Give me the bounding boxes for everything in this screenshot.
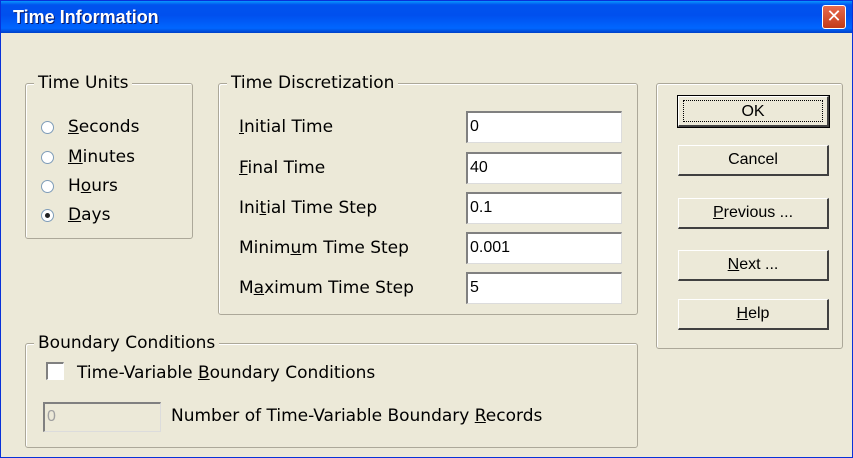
radio-label-days: Days xyxy=(68,205,111,225)
final-time-label: Final Time xyxy=(239,158,326,178)
radio-button-checked[interactable] xyxy=(41,208,54,222)
radio-button[interactable] xyxy=(41,120,54,134)
cancel-button[interactable]: Cancel xyxy=(678,145,829,176)
window-title: Time Information xyxy=(13,7,159,27)
radio-days[interactable]: Days xyxy=(41,204,110,226)
previous-button[interactable]: Previous ... xyxy=(678,198,829,229)
maximum-time-step-label: Maximum Time Step xyxy=(239,278,414,298)
boundary-records-input[interactable]: 0 xyxy=(43,402,161,432)
help-button[interactable]: Help xyxy=(678,299,829,330)
radio-seconds[interactable]: Seconds xyxy=(41,116,139,138)
next-button[interactable]: Next ... xyxy=(678,250,829,281)
radio-button[interactable] xyxy=(41,150,54,164)
time-discretization-legend: Time Discretization xyxy=(227,73,399,93)
radio-hours[interactable]: Hours xyxy=(41,175,118,197)
focus-rect: OK xyxy=(683,100,823,122)
boundary-conditions-legend: Boundary Conditions xyxy=(34,333,220,353)
initial-time-input[interactable]: 0 xyxy=(466,111,622,143)
title-bar[interactable]: Time Information ✕ xyxy=(1,1,852,33)
boundary-conditions-group: Boundary Conditions xyxy=(25,333,638,448)
time-variable-boundary-checkbox[interactable] xyxy=(46,362,64,380)
minimum-time-step-label: Minimum Time Step xyxy=(239,238,409,258)
time-variable-boundary-label[interactable]: Time-Variable Boundary Conditions xyxy=(77,363,375,383)
radio-label-seconds: Seconds xyxy=(68,117,140,137)
initial-time-step-label: Initial Time Step xyxy=(239,198,378,218)
initial-time-step-input[interactable]: 0.1 xyxy=(466,192,622,224)
boundary-records-label: Number of Time-Variable Boundary Records xyxy=(171,406,543,426)
minimum-time-step-input[interactable]: 0.001 xyxy=(466,232,622,264)
final-time-input[interactable]: 40 xyxy=(466,152,622,184)
close-button[interactable]: ✕ xyxy=(822,5,846,29)
radio-minutes[interactable]: Minutes xyxy=(41,146,135,168)
initial-time-label: Initial Time xyxy=(239,117,334,137)
dialog-window: Time Information ✕ Time Units Seconds Mi… xyxy=(0,0,853,458)
radio-label-hours: Hours xyxy=(68,176,118,196)
radio-label-minutes: Minutes xyxy=(68,147,135,167)
close-icon: ✕ xyxy=(826,6,842,27)
time-units-legend: Time Units xyxy=(34,73,133,93)
ok-button[interactable]: OK xyxy=(677,95,830,128)
maximum-time-step-input[interactable]: 5 xyxy=(466,272,622,304)
radio-button[interactable] xyxy=(41,179,54,193)
